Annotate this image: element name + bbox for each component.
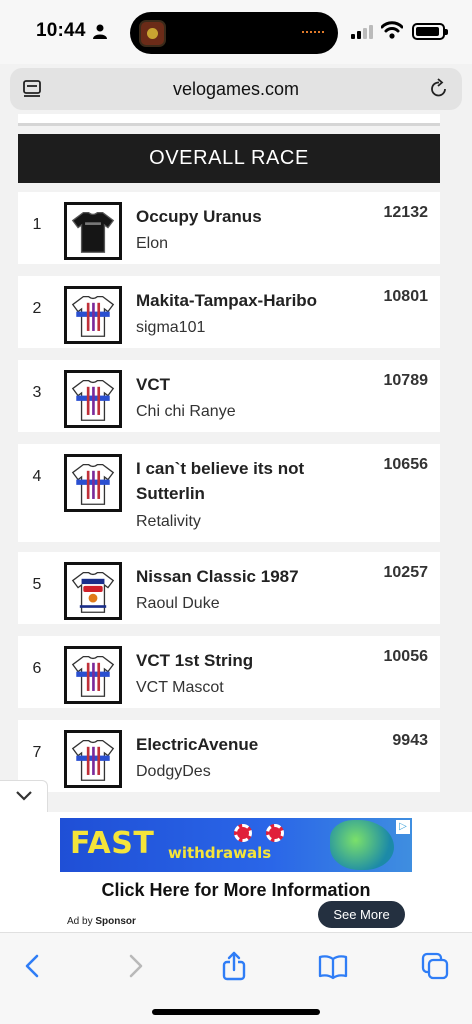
- leaderboard-row[interactable]: 7 ElectricAvenue DodgyDes 9943: [18, 720, 440, 792]
- ad-by-sponsor: Sponsor: [95, 916, 136, 927]
- signal-icon: [351, 25, 373, 39]
- team-points: 10056: [383, 648, 429, 665]
- team-points: 9943: [392, 732, 428, 749]
- activity-dots-icon: [302, 31, 324, 34]
- team-jersey-image[interactable]: [64, 454, 122, 512]
- casino-chip-icon: [266, 824, 284, 842]
- team-name-link[interactable]: Makita-Tampax-Haribo: [136, 288, 366, 313]
- team-jersey-image[interactable]: [64, 286, 122, 344]
- team-jersey-image[interactable]: [64, 562, 122, 620]
- manager-name: Chi chi Ranye: [136, 403, 236, 420]
- dynamic-island: [130, 12, 338, 54]
- casino-chip-icon: [234, 824, 252, 842]
- team-jersey-image[interactable]: [64, 202, 122, 260]
- forward-icon[interactable]: [120, 951, 150, 981]
- team-name-link[interactable]: Occupy Uranus: [136, 204, 366, 229]
- ad-collapse-button[interactable]: [0, 780, 48, 812]
- wifi-icon: [381, 21, 403, 39]
- leaderboard-row[interactable]: 2 Makita-Tampax-Haribo sigma101 10801: [18, 276, 440, 348]
- home-indicator: [152, 1009, 320, 1015]
- team-jersey-image[interactable]: [64, 646, 122, 704]
- team-jersey-image[interactable]: [64, 730, 122, 788]
- ad-cta-text[interactable]: Click Here for More Information: [0, 880, 472, 901]
- team-name-link[interactable]: I can`t believe its not Sutterlin: [136, 456, 366, 506]
- leaderboard-row[interactable]: 3 VCT Chi chi Ranye 10789: [18, 360, 440, 432]
- rank-number: 3: [32, 384, 42, 401]
- live-activity-icon: [139, 20, 166, 47]
- manager-name: sigma101: [136, 319, 206, 336]
- team-points: 12132: [383, 204, 429, 221]
- rank-number: 2: [32, 300, 42, 317]
- ad-attribution: Ad by Sponsor: [67, 916, 136, 927]
- status-bar: 10:44: [0, 0, 472, 64]
- ad-container: FAST withdrawals ▷ Click Here for More I…: [0, 812, 472, 932]
- manager-name: DodgyDes: [136, 763, 211, 780]
- leaderboard-row[interactable]: 5 Nissan Classic 1987 Raoul Duke 10257: [18, 552, 440, 624]
- leaderboard-row[interactable]: 4 I can`t believe its not Sutterlin Retali…: [18, 444, 440, 542]
- battery-icon: [412, 23, 448, 40]
- team-jersey-image[interactable]: [64, 370, 122, 428]
- ad-banner[interactable]: FAST withdrawals ▷: [60, 818, 412, 872]
- manager-name: Elon: [136, 235, 169, 252]
- team-name-link[interactable]: ElectricAvenue: [136, 732, 366, 757]
- rank-number: 4: [32, 468, 42, 485]
- adchoices-icon[interactable]: ▷: [396, 820, 410, 834]
- share-icon[interactable]: [219, 951, 249, 981]
- team-points: 10257: [383, 564, 429, 581]
- team-points: 10801: [383, 288, 429, 305]
- team-points: 10656: [383, 456, 429, 473]
- person-icon: [93, 24, 107, 39]
- rank-number: 6: [32, 660, 42, 677]
- manager-name: Raoul Duke: [136, 595, 220, 612]
- team-name-link[interactable]: Nissan Classic 1987: [136, 564, 366, 589]
- mascot-image: [330, 820, 394, 870]
- status-time: 10:44: [36, 20, 86, 41]
- team-points: 10789: [383, 372, 429, 389]
- leaderboard-row[interactable]: 6 VCT 1st String VCT Mascot 10056: [18, 636, 440, 708]
- team-name-link[interactable]: VCT: [136, 372, 366, 397]
- tabs-icon[interactable]: [420, 951, 450, 981]
- rank-number: 5: [32, 576, 42, 593]
- reload-icon[interactable]: [428, 78, 450, 100]
- bookmarks-icon[interactable]: [318, 951, 348, 981]
- ad-by-prefix: Ad by: [67, 916, 93, 927]
- see-more-button[interactable]: See More: [318, 901, 405, 928]
- team-name-link[interactable]: VCT 1st String: [136, 648, 366, 673]
- ad-banner-subline: withdrawals: [168, 844, 272, 862]
- chevron-down-icon: [16, 791, 32, 801]
- manager-name: VCT Mascot: [136, 679, 224, 696]
- previous-section-edge: [18, 114, 440, 126]
- overall-race-header: OVERALL RACE: [18, 134, 440, 183]
- manager-name: Retalivity: [136, 513, 201, 530]
- leaderboard-row[interactable]: 1 Occupy Uranus Elon 12132: [18, 192, 440, 264]
- url-text[interactable]: velogames.com: [10, 79, 462, 100]
- rank-number: 1: [32, 216, 42, 233]
- rank-number: 7: [32, 744, 42, 761]
- ad-banner-headline: FAST: [70, 826, 155, 861]
- back-icon[interactable]: [18, 951, 48, 981]
- address-bar[interactable]: velogames.com: [10, 68, 462, 110]
